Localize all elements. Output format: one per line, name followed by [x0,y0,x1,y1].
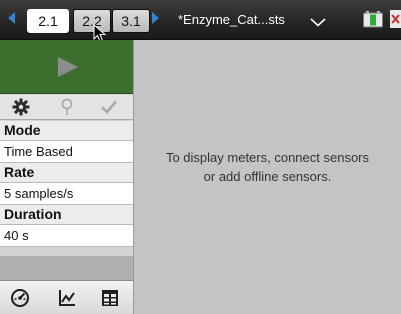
panel-toolbar [0,95,133,120]
tab-3-1[interactable]: 3.1 [112,9,150,33]
play-icon [58,57,78,77]
battery-icon [363,11,383,28]
mode-value[interactable]: Time Based [0,141,133,163]
collection-settings: Mode Time Based Rate 5 samples/s Duratio… [0,121,133,247]
start-collection-button[interactable] [0,40,133,94]
arrow-left-icon[interactable] [8,12,15,24]
table-view-button[interactable] [96,287,124,309]
top-bar: 2.1 2.2 3.1 *Enzyme_Cat...sts [0,0,401,43]
mode-label: Mode [0,121,133,141]
duration-label: Duration [0,205,133,225]
document-title[interactable]: *Enzyme_Cat...sts [178,10,285,30]
meter-area: To display meters, connect sensors or ad… [134,40,401,314]
meter-icon [11,289,29,307]
panel-spacer [0,256,133,280]
chevron-down-icon[interactable] [310,18,326,27]
meter-view-button[interactable] [6,287,34,309]
mark-button[interactable] [50,97,84,117]
rate-value[interactable]: 5 samples/s [0,183,133,205]
view-switcher [0,280,133,314]
arrow-right-icon[interactable] [152,12,159,24]
tab-label: 3.1 [121,13,141,29]
pin-icon [61,98,73,115]
graph-view-button[interactable] [53,287,81,309]
graph-icon [59,290,75,306]
no-sensors-message: To display meters, connect sensors or ad… [134,148,401,186]
check-icon [101,100,117,114]
gear-icon [12,98,30,116]
keep-button[interactable] [92,97,126,117]
settings-button[interactable] [4,97,38,117]
message-line-1: To display meters, connect sensors [165,150,370,165]
rate-label: Rate [0,163,133,183]
close-icon[interactable] [390,10,401,28]
tab-label: 2.1 [38,13,58,29]
settings-panel: Mode Time Based Rate 5 samples/s Duratio… [0,40,134,314]
tab-2-1[interactable]: 2.1 [27,9,69,33]
table-icon [102,290,118,306]
duration-value[interactable]: 40 s [0,225,133,247]
message-line-2: or add offline sensors. [203,169,332,184]
